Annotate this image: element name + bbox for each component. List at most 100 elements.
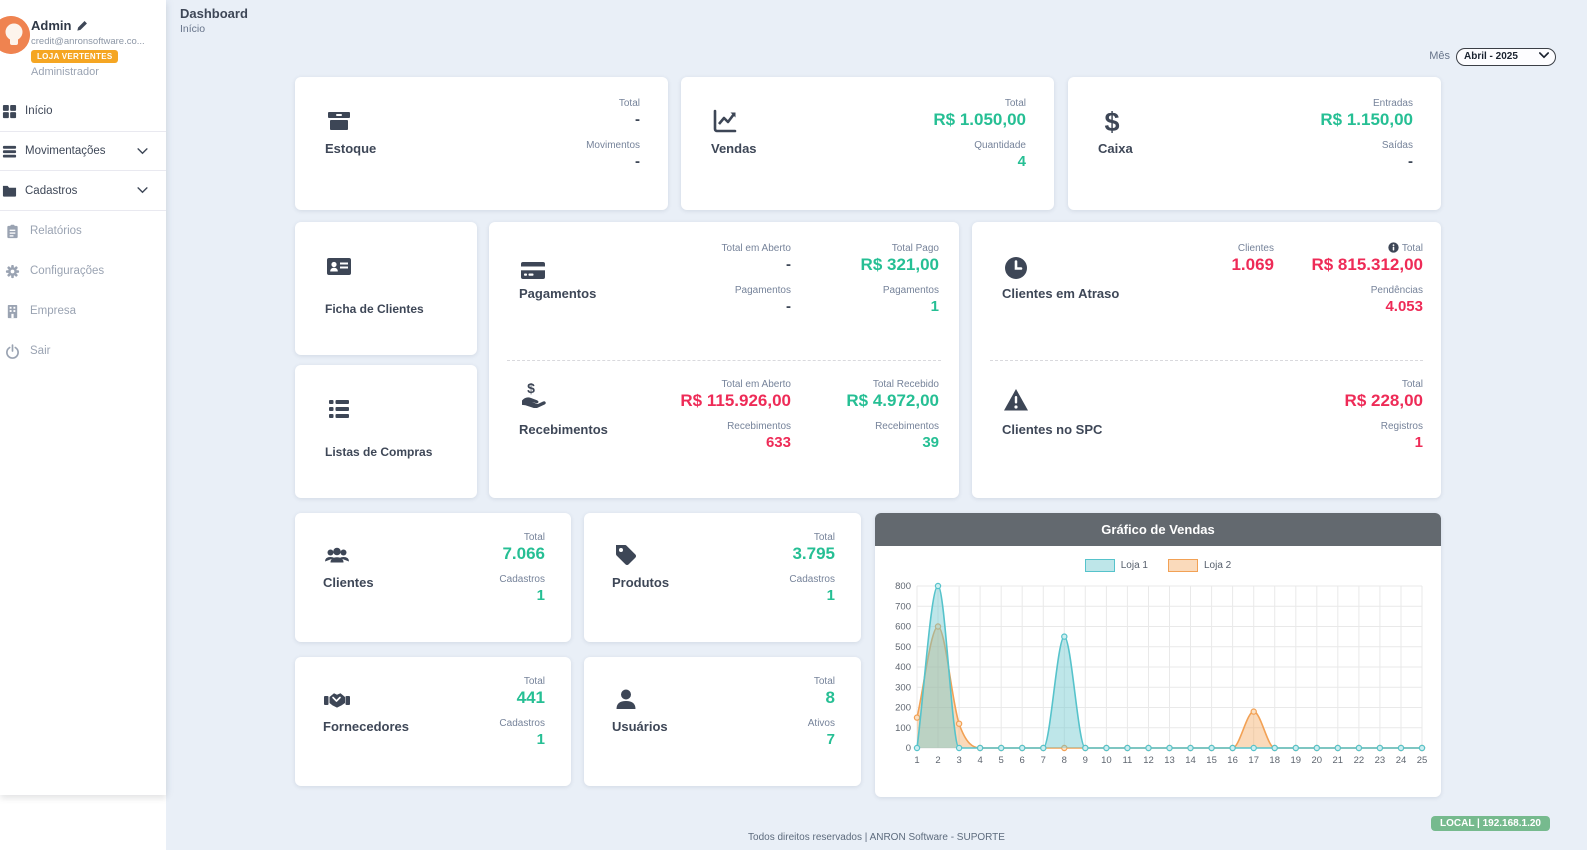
profile-role: Administrador: [31, 66, 99, 78]
sidebar-item-configuracoes[interactable]: Configurações: [0, 251, 166, 291]
svg-text:$: $: [527, 380, 535, 396]
profile-email: credit@anronsoftware.co...: [31, 36, 161, 47]
sidebar-item-movimentacoes[interactable]: Movimentações: [0, 131, 166, 171]
sidebar-item-empresa[interactable]: Empresa: [0, 291, 166, 331]
card-title: Ficha de Clientes: [325, 302, 424, 316]
folder-icon: [2, 183, 17, 198]
chart-title: Gráfico de Vendas: [875, 513, 1441, 546]
svg-text:4: 4: [977, 755, 982, 766]
local-ip-badge: LOCAL | 192.168.1.20: [1431, 816, 1550, 831]
sidebar-item-sair[interactable]: Sair: [0, 331, 166, 371]
dollar-icon: $: [1098, 107, 1126, 135]
svg-text:5: 5: [999, 755, 1004, 766]
sidebar-item-cadastros[interactable]: Cadastros: [0, 171, 166, 211]
card-usuarios: Usuários Total 8 Ativos 7: [584, 657, 861, 786]
svg-text:8: 8: [1062, 755, 1067, 766]
svg-text:12: 12: [1143, 755, 1154, 766]
stat-value: R$ 115.926,00: [680, 391, 791, 411]
stat-label-text: Total: [1402, 243, 1423, 254]
chevron-down-icon[interactable]: [137, 187, 148, 194]
page-title: Dashboard: [180, 6, 248, 21]
stat-value: 7.066: [499, 544, 545, 564]
legend-item[interactable]: Loja 1: [1085, 559, 1148, 572]
building-icon: [5, 304, 20, 319]
dashed-divider: [507, 360, 941, 361]
chevron-down-icon[interactable]: [137, 148, 148, 155]
stat-label: Pagamentos: [722, 284, 791, 297]
stat-value: 7: [808, 730, 835, 750]
svg-text:0: 0: [906, 743, 911, 754]
stat-value: 633: [680, 433, 791, 453]
month-select[interactable]: Abril - 2025: [1456, 48, 1556, 66]
legend-label: Loja 1: [1121, 560, 1148, 571]
dashboard-screen: Admin credit@anronsoftware.co... LOJA VE…: [0, 0, 1587, 850]
card-pagamentos-recebimentos: Pagamentos Total em Aberto - Pagamentos …: [489, 222, 959, 498]
pencil-edit-icon[interactable]: [76, 20, 88, 32]
sidebar-item-relatorios[interactable]: Relatórios: [0, 211, 166, 251]
power-icon: [5, 344, 20, 359]
svg-text:1: 1: [914, 755, 919, 766]
svg-text:23: 23: [1375, 755, 1386, 766]
svg-text:18: 18: [1269, 755, 1280, 766]
card-title: Listas de Compras: [325, 445, 432, 459]
stat-label: Recebimentos: [680, 420, 791, 433]
card-ficha-clientes[interactable]: Ficha de Clientes: [295, 222, 477, 355]
credit-card-icon: [519, 256, 547, 284]
stat-value: 39: [846, 433, 939, 453]
card-vendas: Vendas Total R$ 1.050,00 Quantidade 4: [681, 77, 1054, 210]
svg-text:19: 19: [1291, 755, 1302, 766]
stat-label: Quantidade: [933, 139, 1026, 152]
gear-icon: [5, 264, 20, 279]
stat-label: Total: [1311, 242, 1423, 255]
svg-text:22: 22: [1354, 755, 1365, 766]
stat-label: Total: [499, 531, 545, 544]
stat-value: R$ 1.050,00: [933, 110, 1026, 130]
card-title: Caixa: [1098, 141, 1133, 156]
svg-text:11: 11: [1122, 755, 1132, 766]
card-title: Fornecedores: [323, 719, 409, 734]
svg-text:16: 16: [1227, 755, 1238, 766]
archive-box-icon: [325, 107, 353, 135]
sales-area-chart: 1234567891011121314151617181920212223242…: [885, 575, 1431, 789]
clock-icon: [1002, 254, 1030, 282]
sidebar-item-inicio[interactable]: Início: [0, 91, 166, 131]
svg-text:9: 9: [1083, 755, 1088, 766]
stat-label: Total: [1345, 378, 1423, 391]
stat-label: Total Pago: [861, 242, 939, 255]
stat-value: -: [586, 110, 640, 130]
card-title: Clientes no SPC: [1002, 422, 1102, 437]
svg-text:15: 15: [1206, 755, 1217, 766]
stat-label: Total: [933, 97, 1026, 110]
card-grafico-vendas: Gráfico de Vendas Loja 1Loja 2 123456789…: [875, 513, 1441, 797]
stat-label: Recebimentos: [846, 420, 939, 433]
id-card-icon: [325, 252, 353, 280]
stat-label: Cadastros: [499, 573, 545, 586]
sidebar-menu: Início Movimentações Cadastros: [0, 91, 166, 371]
sidebar-item-label: Empresa: [30, 305, 76, 317]
avatar[interactable]: [0, 16, 30, 54]
card-title: Usuários: [612, 719, 668, 734]
svg-text:600: 600: [895, 622, 911, 633]
warning-triangle-icon: [1002, 386, 1030, 414]
users-icon: [323, 541, 351, 569]
card-estoque: Estoque Total - Movimentos -: [295, 77, 668, 210]
sidebar: Admin credit@anronsoftware.co... LOJA VE…: [0, 0, 166, 795]
stat-value: 1: [789, 586, 835, 606]
stat-label: Clientes: [1231, 242, 1274, 255]
svg-text:100: 100: [895, 723, 911, 734]
stat-label: Entradas: [1320, 97, 1413, 110]
card-atraso-spc: Clientes em Atraso Clientes 1.069 Total …: [972, 222, 1441, 498]
info-icon[interactable]: [1388, 242, 1399, 253]
profile-name-text: Admin: [31, 18, 71, 33]
stat-label: Registros: [1345, 420, 1423, 433]
card-listas-compras[interactable]: Listas de Compras: [295, 365, 477, 498]
stat-value: R$ 228,00: [1345, 391, 1423, 411]
svg-text:13: 13: [1164, 755, 1175, 766]
stat-label: Pagamentos: [861, 284, 939, 297]
sidebar-item-label: Relatórios: [30, 225, 82, 237]
svg-text:800: 800: [895, 581, 911, 592]
stat-value: 1: [861, 297, 939, 317]
user-icon: [612, 685, 640, 713]
legend-item[interactable]: Loja 2: [1168, 559, 1231, 572]
svg-text:3: 3: [956, 755, 961, 766]
